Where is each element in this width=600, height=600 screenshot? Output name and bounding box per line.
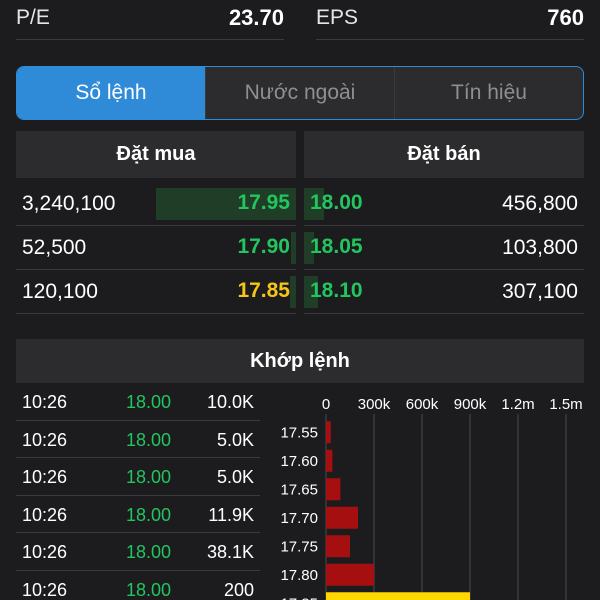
trade-row: 10:26 18.00 38.1K bbox=[16, 533, 260, 571]
sell-price: 18.00 bbox=[310, 191, 363, 214]
x-tick-label: 1.2m bbox=[501, 396, 534, 413]
x-tick-label: 900k bbox=[454, 396, 487, 413]
trade-time: 10:26 bbox=[22, 429, 68, 450]
pe-metric: P/E 23.70 bbox=[16, 0, 284, 40]
trade-volume: 200 bbox=[223, 579, 254, 600]
tab-foreign[interactable]: Nước ngoài bbox=[206, 67, 395, 119]
segmented-tabs: Sổ lệnh Nước ngoài Tín hiệu bbox=[16, 66, 584, 120]
buy-volume: 120,100 bbox=[22, 280, 98, 303]
tab-signals[interactable]: Tín hiệu bbox=[395, 67, 583, 119]
buy-price: 17.95 bbox=[237, 191, 290, 214]
pe-value: 23.70 bbox=[228, 5, 284, 30]
pe-label: P/E bbox=[16, 6, 50, 29]
volume-bar bbox=[326, 535, 350, 558]
y-tick-label: 17.55 bbox=[280, 424, 318, 441]
y-tick-label: 17.80 bbox=[280, 567, 318, 584]
eps-label: EPS bbox=[316, 6, 359, 29]
sell-order-row: 18.05 103,800 bbox=[304, 226, 584, 270]
buy-price: 17.90 bbox=[237, 235, 290, 258]
x-tick-label: 1.5m bbox=[549, 396, 582, 413]
trade-volume: 11.9K bbox=[208, 504, 254, 525]
matched-orders-header: Khớp lệnh bbox=[16, 339, 584, 383]
trade-volume: 10.0K bbox=[206, 392, 254, 412]
volume-bar bbox=[326, 421, 331, 444]
eps-metric: EPS 760 bbox=[316, 0, 584, 40]
trade-volume: 38.1K bbox=[206, 542, 254, 562]
y-tick-label: 17.60 bbox=[280, 453, 318, 470]
volume-bar bbox=[326, 563, 374, 586]
buy-order-row: 3,240,100 17.95 bbox=[16, 182, 296, 226]
sell-volume: 307,100 bbox=[502, 280, 578, 303]
buy-depth-bar bbox=[291, 232, 296, 264]
volume-bar bbox=[326, 506, 358, 529]
x-tick-label: 0 bbox=[322, 396, 330, 413]
trade-time: 10:26 bbox=[22, 504, 68, 525]
trade-price: 18.00 bbox=[126, 392, 172, 412]
buy-price: 17.85 bbox=[237, 279, 290, 302]
y-tick-label: 17.85 bbox=[280, 595, 318, 600]
trade-row: 10:26 18.00 5.0K bbox=[16, 458, 260, 496]
sell-order-row: 18.10 307,100 bbox=[304, 270, 584, 314]
trade-time: 10:26 bbox=[22, 579, 68, 600]
trade-row: 10:26 18.00 200 bbox=[16, 571, 260, 600]
sell-orders-header: Đặt bán bbox=[304, 131, 584, 178]
sell-volume: 456,800 bbox=[502, 192, 578, 215]
volume-bar bbox=[326, 449, 333, 472]
volume-bar bbox=[326, 478, 341, 501]
trade-row: 10:26 18.00 5.0K bbox=[16, 421, 260, 458]
trade-volume: 5.0K bbox=[216, 429, 254, 450]
trade-price: 18.00 bbox=[126, 429, 172, 450]
volume-bar bbox=[326, 592, 470, 600]
trade-price: 18.00 bbox=[126, 542, 172, 562]
trade-price: 18.00 bbox=[126, 579, 172, 600]
y-tick-label: 17.75 bbox=[280, 538, 318, 555]
x-tick-label: 300k bbox=[358, 396, 391, 413]
trade-price: 18.00 bbox=[126, 467, 172, 487]
buy-volume: 52,500 bbox=[22, 236, 87, 259]
trade-time: 10:26 bbox=[22, 542, 68, 562]
trade-row: 10:26 18.00 10.0K bbox=[16, 383, 260, 421]
sell-order-row: 18.00 456,800 bbox=[304, 182, 584, 226]
volume-by-price-chart: 0 300k 600k 900k 1.2m 1.5m 17.55 17.60 17.65 17.7… bbox=[280, 396, 583, 600]
buy-order-row: 120,100 17.85 bbox=[16, 270, 296, 314]
trade-price: 18.00 bbox=[126, 504, 172, 525]
x-tick-label: 600k bbox=[406, 396, 439, 413]
trade-row: 10:26 18.00 11.9K bbox=[16, 496, 260, 533]
eps-value: 760 bbox=[547, 5, 584, 30]
sell-price: 18.10 bbox=[310, 279, 363, 302]
sell-volume: 103,800 bbox=[502, 236, 578, 259]
y-tick-label: 17.70 bbox=[280, 510, 318, 527]
buy-order-row: 52,500 17.90 bbox=[16, 226, 296, 270]
y-tick-label: 17.65 bbox=[280, 481, 318, 498]
buy-orders-header: Đặt mua bbox=[16, 131, 296, 178]
trade-time: 10:26 bbox=[22, 467, 68, 487]
buy-depth-bar bbox=[290, 276, 296, 308]
sell-price: 18.05 bbox=[310, 235, 363, 258]
metrics-row: P/E 23.70 EPS 760 bbox=[0, 0, 600, 42]
buy-volume: 3,240,100 bbox=[22, 192, 116, 215]
trade-time: 10:26 bbox=[22, 392, 68, 412]
trade-volume: 5.0K bbox=[216, 467, 254, 487]
tab-order-book[interactable]: Sổ lệnh bbox=[17, 67, 206, 119]
